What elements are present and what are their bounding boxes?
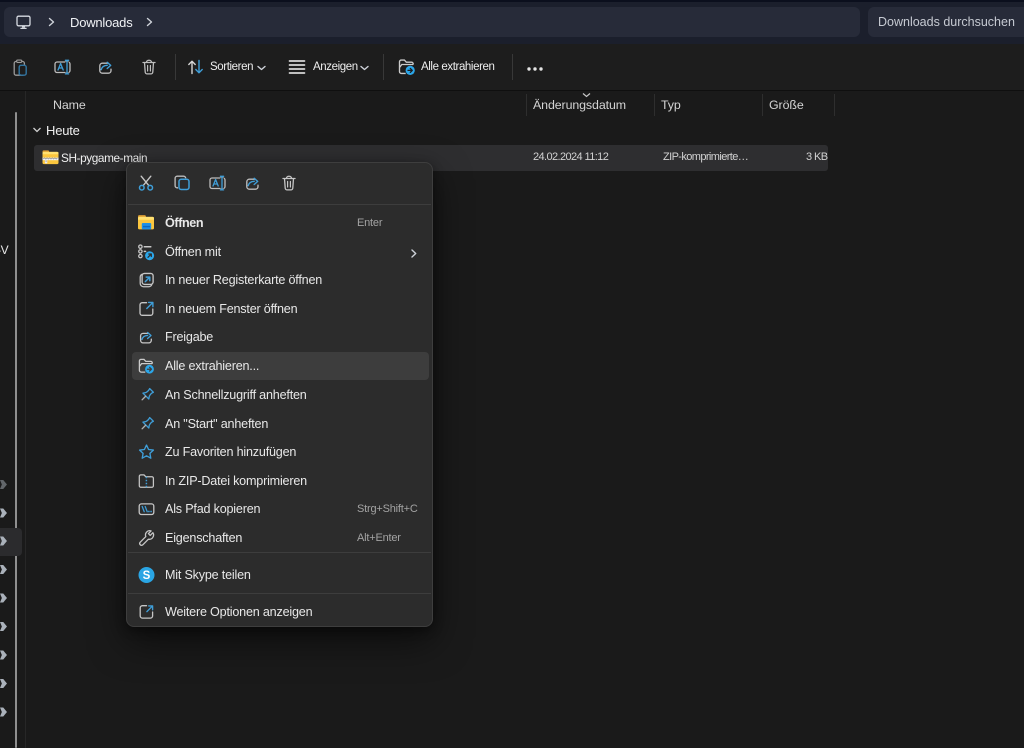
svg-text:S: S xyxy=(143,570,151,582)
